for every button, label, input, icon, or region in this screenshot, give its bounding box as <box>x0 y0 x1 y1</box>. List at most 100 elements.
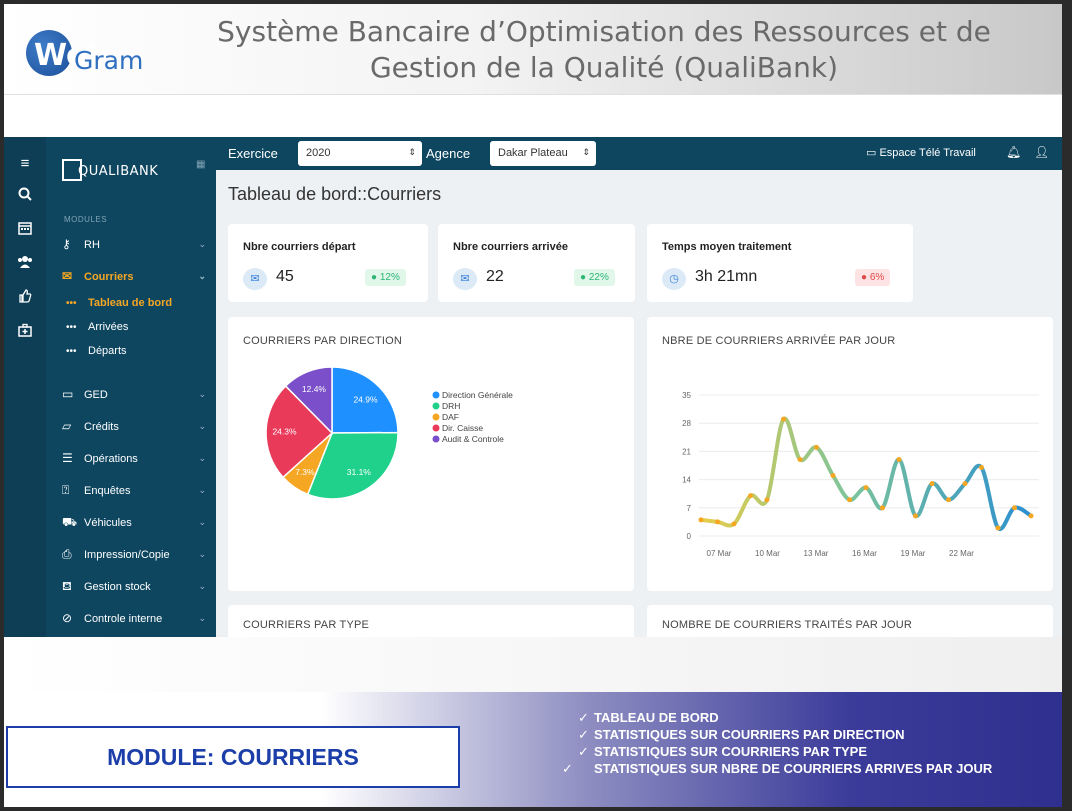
question-icon: ⍰ <box>62 483 70 497</box>
chevron-down-icon: ⌄ <box>198 239 206 249</box>
data-point <box>962 481 968 487</box>
top-toolbar: Exercice 2020 ⇕ Agence Dakar Plateau ⇕ ▭… <box>216 137 1062 170</box>
data-point <box>830 473 836 479</box>
data-point <box>731 521 737 527</box>
legend-label: Direction Générale <box>442 390 513 400</box>
arrow-up-icon: ● <box>371 272 378 283</box>
sidebar-item-courriers[interactable]: ✉ Courriers ⌄ <box>62 267 212 285</box>
sidebar-item-enquetes[interactable]: ⍰ Enquêtes ⌄ <box>62 481 212 499</box>
legend-label: DAF <box>442 412 459 422</box>
webgram-logo: Web Gram <box>14 24 174 84</box>
check-icon: ✓ <box>578 727 589 742</box>
chevron-down-icon: ⌄ <box>198 271 206 281</box>
envelope-icon: ✉ <box>453 268 477 290</box>
slide: Web Gram Système Bancaire d’Optimisation… <box>4 4 1062 807</box>
type-chart-card: COURRIERS PAR TYPE <box>228 605 634 637</box>
sidebar-item-label: Véhicules <box>84 517 132 529</box>
pie-chart: 24.9% 31.1% 7.3% 24.3% 12.4% Direction Généra… <box>265 366 513 500</box>
sidebar-subitem-label: Arrivées <box>88 321 129 333</box>
dots-icon: ••• <box>66 346 77 357</box>
data-point <box>764 497 770 503</box>
calendar-icon[interactable] <box>4 221 46 239</box>
printer-icon: ⎙ <box>62 547 72 561</box>
sidebar-subitem-arrivees[interactable]: ••• Arrivées <box>66 319 128 335</box>
user-icon[interactable]: 👤︎ <box>1034 145 1049 159</box>
monitor-icon: ▭ <box>866 147 877 159</box>
briefcase-icon[interactable] <box>4 323 46 341</box>
card-title: NBRE DE COURRIERS ARRIVÉE PAR JOUR <box>662 335 896 347</box>
feature-text: STATISTIQUES SUR NBRE DE COURRIERS ARRIV… <box>594 761 993 776</box>
sidebar-item-label: Enquêtes <box>84 485 131 497</box>
exercice-select[interactable]: 2020 ⇕ <box>298 141 422 166</box>
sidebar-item-credits[interactable]: ▱ Crédits ⌄ <box>62 417 212 435</box>
bell-icon[interactable]: 🔔︎ <box>1006 145 1021 159</box>
folder-icon: ▭ <box>62 387 74 401</box>
chevron-down-icon: ⌄ <box>198 581 206 591</box>
sidebar-item-label: Crédits <box>84 421 119 433</box>
sidebar-subitem-departs[interactable]: ••• Départs <box>66 343 127 359</box>
page-title: Tableau de bord::Courriers <box>228 184 442 204</box>
data-point <box>995 525 1001 531</box>
arrow-down-icon: ● <box>861 272 868 283</box>
sidebar-item-ged[interactable]: ▭ GED ⌄ <box>62 385 212 403</box>
car-icon: ⛟ <box>62 515 78 529</box>
series-line <box>699 416 1033 532</box>
feature-item: ✓ STATISTIQUES SUR NBRE DE COURRIERS ARRI… <box>562 760 1048 777</box>
clock-icon: ◷ <box>662 268 686 290</box>
grid-icon[interactable]: ▦ <box>196 159 205 170</box>
espace-tele-travail-link[interactable]: ▭ Espace Télé Travail <box>866 146 976 159</box>
thumbs-up-icon[interactable] <box>4 289 46 307</box>
pie-slice-label: 12.4% <box>302 384 327 394</box>
chevron-down-icon: ⌄ <box>198 613 206 623</box>
line-chart: 0 7 14 21 28 35 07 Mar 10 Mar 13 Mar 16 Mar 19 Mar… <box>682 391 1039 558</box>
key-icon: ⚷ <box>62 237 71 251</box>
sidebar-item-rh[interactable]: ⚷ RH ⌄ <box>62 235 212 253</box>
card-title: COURRIERS PAR DIRECTION <box>243 335 403 347</box>
data-point <box>896 456 902 462</box>
logo-gram-text: Gram <box>74 46 144 75</box>
feature-list: ✓ TABLEAU DE BORD ✓ STATISTIQUES SUR COURR… <box>562 709 1048 777</box>
legend-marker <box>432 402 440 410</box>
feature-item: ✓ STATISTIQUES SUR COURRIERS PAR DIRECTIO… <box>578 726 1048 743</box>
chevron-down-icon: ⌄ <box>198 517 206 527</box>
sidebar-item-operations[interactable]: ☰ Opérations ⌄ <box>62 449 212 467</box>
data-point <box>1012 505 1017 511</box>
sidebar-subitem-tableau-de-bord[interactable]: ••• Tableau de bord <box>66 295 172 311</box>
legend-marker <box>432 435 440 443</box>
sidebar-item-gestion-stock[interactable]: ⛾ Gestion stock ⌄ <box>62 577 212 595</box>
data-point <box>1028 513 1034 519</box>
data-point <box>880 505 885 511</box>
data-point <box>814 444 819 450</box>
sidebar-item-vehicules[interactable]: ⛟ Véhicules ⌄ <box>62 513 212 531</box>
stat-title: Nbre courriers départ <box>243 241 356 253</box>
stat-value: 3h 21mn <box>695 268 758 285</box>
chevron-down-icon: ⌄ <box>198 389 206 399</box>
exercice-select-value: 2020 <box>306 147 331 159</box>
traites-chart-card: NOMBRE DE COURRIERS TRAITÉS PAR JOUR <box>647 605 1053 637</box>
feature-item: ✓ STATISTIQUES SUR COURRIERS PAR TYPE <box>578 743 1048 760</box>
select-caret-icon: ⇕ <box>582 147 590 157</box>
slide-title-line1: Système Bancaire d’Optimisation des Ress… <box>217 15 991 48</box>
chevron-down-icon: ⌄ <box>198 549 206 559</box>
card-title: NOMBRE DE COURRIERS TRAITÉS PAR JOUR <box>662 619 913 631</box>
list-icon: ☰ <box>62 451 73 465</box>
stat-badge: ● 6% <box>855 269 891 286</box>
menu-icon[interactable]: ≡ <box>4 155 46 172</box>
modules-section-label: MODULES <box>64 215 108 224</box>
legend-label: Audit & Controle <box>442 434 504 444</box>
feature-text: TABLEAU DE BORD <box>594 710 719 725</box>
search-icon[interactable] <box>4 187 46 205</box>
data-point <box>847 497 852 503</box>
legend-marker <box>432 424 440 432</box>
stat-title: Nbre courriers arrivée <box>453 241 568 253</box>
data-point <box>946 497 951 503</box>
icon-bar: ≡ <box>4 137 46 637</box>
agence-select[interactable]: Dakar Plateau ⇕ <box>490 141 596 166</box>
sidebar-item-impression[interactable]: ⎙ Impression/Copie ⌄ <box>62 545 212 563</box>
data-point <box>913 513 918 519</box>
slide-title: Système Bancaire d’Optimisation des Ress… <box>204 14 1004 86</box>
line-chart-card: NBRE DE COURRIERS ARRIVÉE PAR JOUR 0 7 14 2… <box>647 317 1053 591</box>
stat-value: 45 <box>276 268 294 285</box>
sidebar-item-controle-interne[interactable]: ⊘ Controle interne ⌄ <box>62 609 212 627</box>
users-icon[interactable] <box>4 255 46 273</box>
